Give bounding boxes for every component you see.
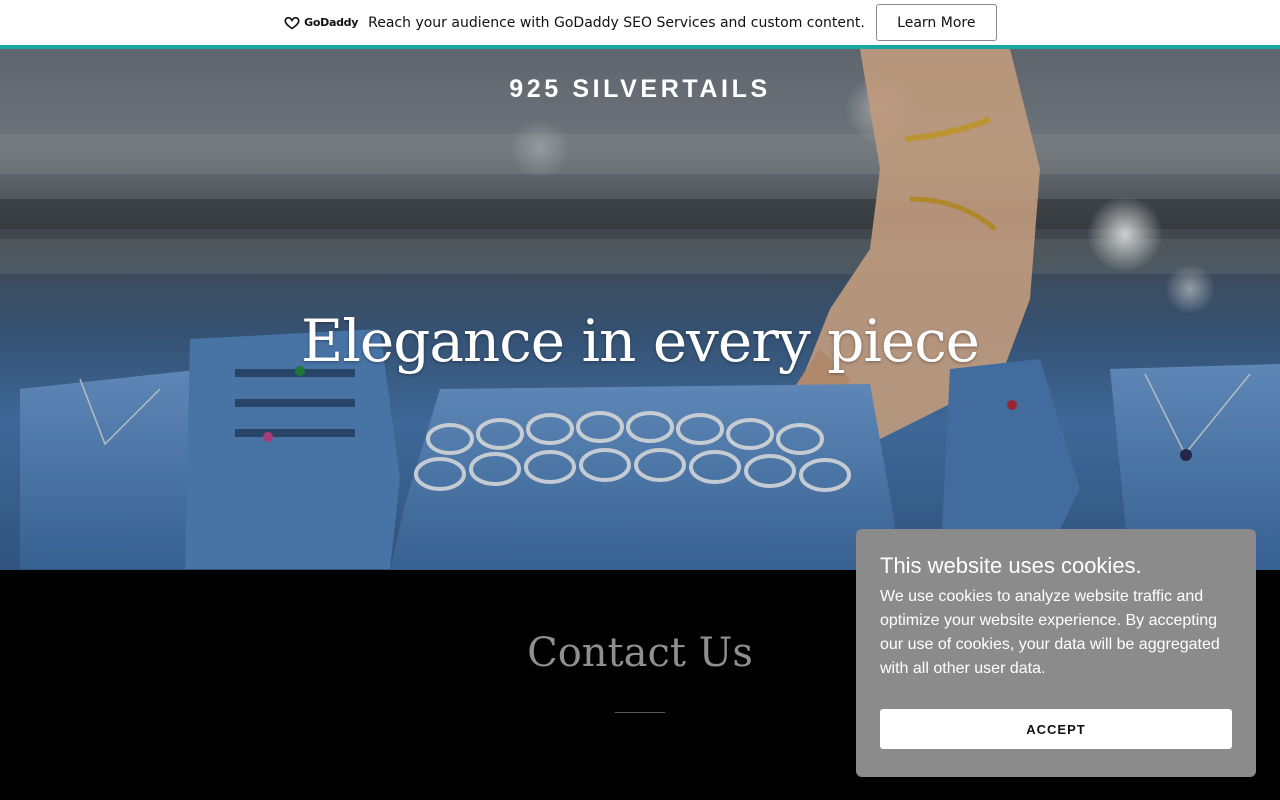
godaddy-icon bbox=[284, 16, 300, 29]
godaddy-logo[interactable]: GoDaddy bbox=[283, 16, 358, 30]
promo-banner: GoDaddy Reach your audience with GoDaddy… bbox=[0, 0, 1280, 45]
hero-headline: Elegance in every piece bbox=[300, 307, 980, 375]
site-brand[interactable]: 925 SILVERTAILS bbox=[0, 75, 1280, 104]
cookie-consent-dialog: This website uses cookies. We use cookie… bbox=[856, 529, 1256, 777]
godaddy-logo-text: GoDaddy bbox=[304, 16, 359, 29]
contact-divider bbox=[615, 712, 665, 713]
hero-section: 925 SILVERTAILS Elegance in every piece bbox=[0, 49, 1280, 570]
cookie-title: This website uses cookies. bbox=[880, 553, 1142, 578]
promo-message: Reach your audience with GoDaddy SEO Ser… bbox=[368, 14, 865, 31]
learn-more-button[interactable]: Learn More bbox=[875, 4, 997, 41]
accept-cookies-button[interactable]: ACCEPT bbox=[880, 709, 1232, 749]
cookie-message: We use cookies to analyze website traffi… bbox=[880, 588, 1220, 677]
